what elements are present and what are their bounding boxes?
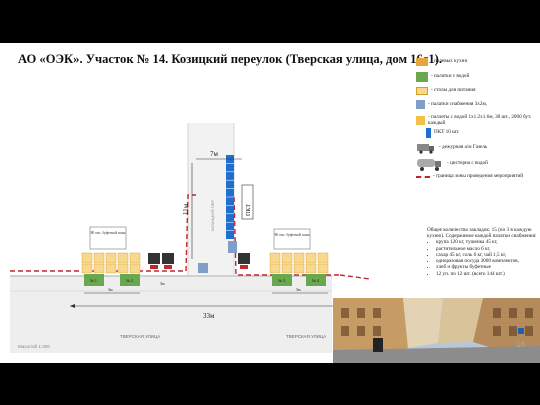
street-label: ТВЕРСКАЯ УЛИЦА xyxy=(120,334,160,339)
tent-label: № 1 xyxy=(90,278,97,283)
supply-tent-icon xyxy=(416,100,425,109)
lane-label: КОЗИЦКИЙ ПЕР xyxy=(210,200,215,231)
svg-text:80 тыс. буфетной зоны: 80 тыс. буфетной зоны xyxy=(275,233,310,237)
street-band xyxy=(10,275,332,353)
dim-33m: 33м xyxy=(203,312,215,320)
supply-tent xyxy=(228,241,237,253)
scale-label: Масштаб 1:300 xyxy=(18,344,50,349)
boundary-line-icon xyxy=(416,175,430,178)
dim-3m: 3м xyxy=(296,287,301,292)
pallet-icon xyxy=(416,116,425,126)
site-map: КОЗИЦКИЙ ПЕР ПКТ 7м 11м 80 тыс. буфетной… xyxy=(10,103,370,353)
tent-label: № 4 xyxy=(312,278,319,283)
table-icon xyxy=(416,87,428,95)
legend-tanker: - цистерна с водой xyxy=(416,156,488,172)
supply-tent xyxy=(198,263,208,273)
street-label: ТВЕРСКАЯ УЛИЦА xyxy=(286,334,326,339)
svg-text:80 тыс. буфетной зоны: 80 тыс. буфетной зоны xyxy=(91,231,126,235)
tanker-icon xyxy=(417,159,441,171)
legend-pkt: ПКТ 10 шт. xyxy=(426,128,459,138)
legend-water-tents: - палатки с водой xyxy=(416,72,469,82)
tent-label: № 2 xyxy=(126,278,133,283)
legend-pallets: - паллеты с водой 1х1.2х1.6м, 30 шт., 20… xyxy=(416,114,534,127)
legend-kitchen: - полевых кухни xyxy=(416,58,467,66)
dim-3m: 3м xyxy=(160,281,165,286)
street-photo xyxy=(333,298,540,363)
dim-3m: 3м xyxy=(108,287,113,292)
dim-7m: 7м xyxy=(210,150,219,158)
pkt-label: ПКТ xyxy=(246,204,252,216)
slide: АО «ОЭК». Участок № 14. Козицкий переуло… xyxy=(0,43,540,363)
legend-boundary: - граница зоны проведения мероприятий xyxy=(416,173,534,180)
supply-summary: Общее количество закладок: 15 (по 3 в ка… xyxy=(427,227,539,277)
pkt-column xyxy=(226,155,234,239)
summary-list: крупа 120 кг, тушенка 45 кг, растительно… xyxy=(427,239,539,276)
water-tent-icon xyxy=(416,72,428,82)
dim-11m: 11м xyxy=(182,203,190,215)
page-number: 16 xyxy=(516,340,525,349)
slide-title: АО «ОЭК». Участок № 14. Козицкий переуло… xyxy=(18,52,442,66)
legend-supply-tents: - палатки снабжения 3х2м, xyxy=(416,100,487,109)
tent-label: № 3 xyxy=(278,278,285,283)
list-item: 12 уп. по 12 шт. (всего 144 шт.) xyxy=(436,271,539,277)
legend-truck: - дежурная а/м Газель xyxy=(416,142,487,154)
kitchen-icon xyxy=(416,58,428,66)
legend-tables: - столы для питания xyxy=(416,87,475,95)
summary-heading: Общее количество закладок: 15 (по 3 в ка… xyxy=(427,227,537,240)
truck-icon xyxy=(417,144,434,154)
pkt-icon xyxy=(426,128,431,138)
